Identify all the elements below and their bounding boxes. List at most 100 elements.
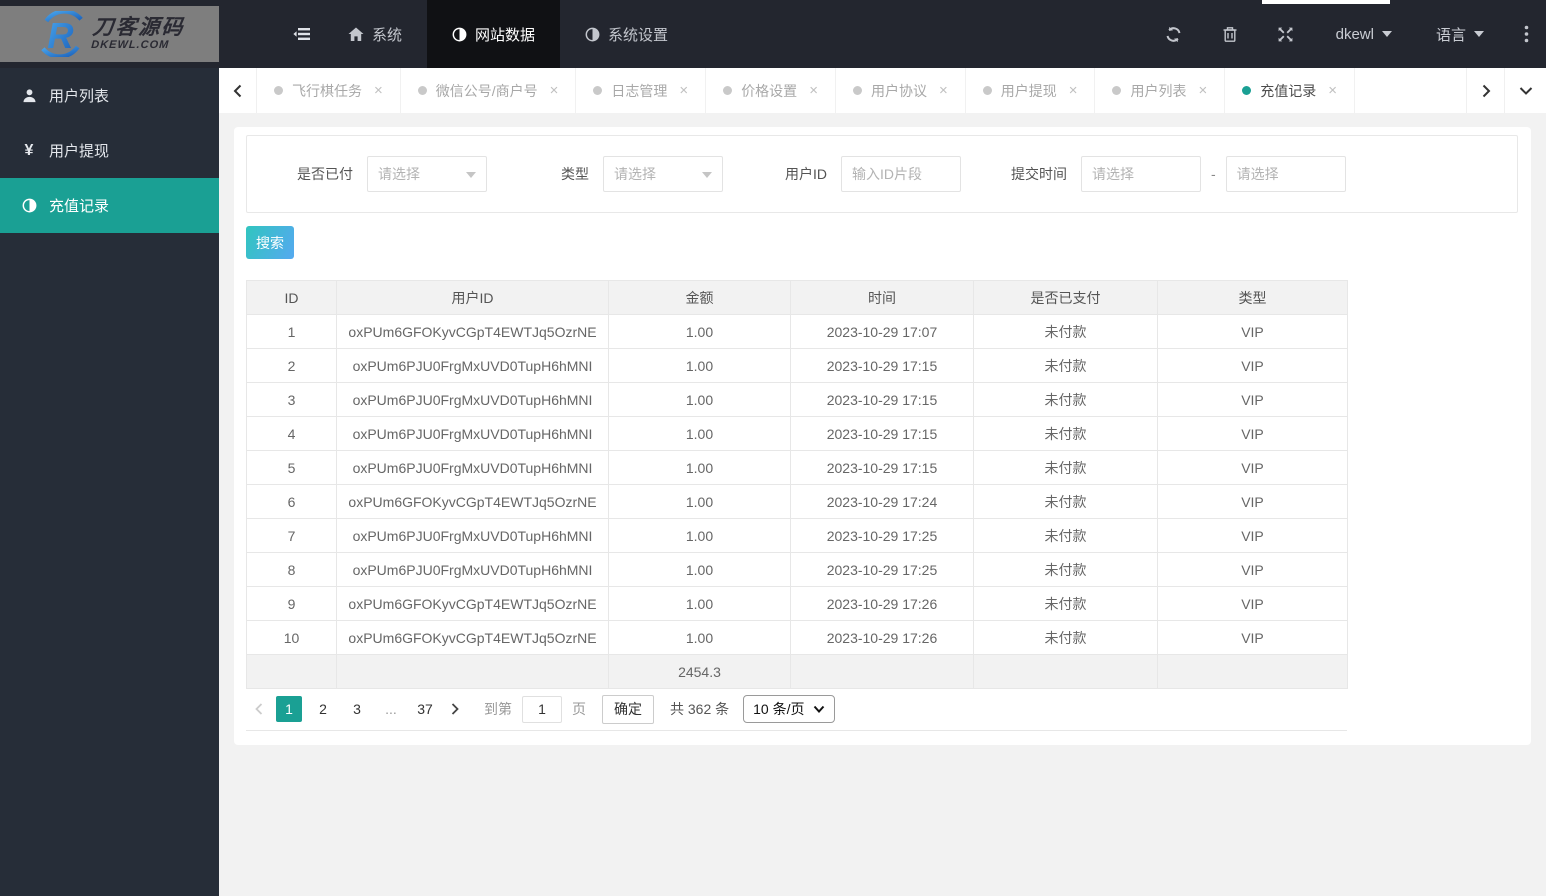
table-cell: 9 (246, 586, 337, 621)
tab-status-dot (274, 86, 283, 95)
page-next-icon[interactable] (442, 696, 468, 722)
table-cell: VIP (1157, 382, 1348, 417)
paid-filter-select[interactable]: 请选择 (367, 156, 487, 192)
topbar-actions: dkewl 语言 (1146, 0, 1546, 68)
refresh-icon[interactable] (1146, 0, 1202, 68)
chevron-down-icon (702, 172, 712, 178)
table-cell: 2023-10-29 17:15 (790, 416, 974, 451)
table-cell: 2023-10-29 17:15 (790, 450, 974, 485)
table-cell: VIP (1157, 450, 1348, 485)
total-count: 共 362 条 (670, 701, 730, 717)
nav-item-label: 网站数据 (475, 26, 536, 44)
tab-7[interactable]: 用户列表 × (1095, 68, 1226, 113)
tab-close-icon[interactable]: × (550, 82, 559, 99)
nav-item-2[interactable]: 网站数据 (427, 0, 561, 68)
sidebar-collapse-icon[interactable] (281, 0, 323, 68)
tabs-list: 飞行棋任务 × 微信公号/商户号 × 日志管理 × 价格设置 × 用户协议 × 用户提现 × 用户列表 ×… (257, 68, 1466, 113)
table-row: 1 oxPUm6GFOKyvCGpT4EWTJq5OzrNE 1.00 2023-10… (246, 314, 1348, 349)
language-menu[interactable]: 语言 (1414, 0, 1506, 68)
chevron-down-icon (813, 705, 824, 713)
summary-cell (790, 654, 974, 689)
pagination: 123... 37 到第 页 确定 共 362 条 10 条/页 (246, 688, 1347, 731)
tab-close-icon[interactable]: × (1069, 82, 1078, 99)
page-button[interactable]: 37 (412, 696, 438, 722)
sidebar-item-2[interactable]: ¥ 用户提现 (0, 123, 219, 178)
summary-cell (336, 654, 609, 689)
tabs-scroll-left-icon[interactable] (219, 68, 257, 113)
tab-close-icon[interactable]: × (679, 82, 688, 99)
summary-cell (973, 654, 1158, 689)
records-table-wrap: ID 用户ID 金额 时间 是否已支付 类型 1 oxPUm6GFOKyvCGpT4EWTJq… (246, 280, 1348, 689)
tab-label: 用户协议 (870, 82, 927, 99)
page-size-select[interactable]: 10 条/页 (743, 695, 835, 723)
tab-8[interactable]: 充值记录 × (1225, 68, 1356, 113)
tab-close-icon[interactable]: × (809, 82, 818, 99)
tab-2[interactable]: 微信公号/商户号 × (401, 68, 577, 113)
table-cell: 未付款 (973, 416, 1158, 451)
tabs-dropdown-icon[interactable] (1504, 68, 1546, 113)
trash-icon[interactable] (1202, 0, 1258, 68)
tab-status-dot (417, 86, 427, 95)
sidebar-item-label: 用户列表 (49, 88, 110, 105)
table-cell: 1.00 (608, 620, 791, 655)
table-cell: 2023-10-29 17:25 (790, 518, 974, 553)
page-prev-icon[interactable] (246, 696, 272, 722)
tab-label: 日志管理 (611, 82, 668, 99)
tab-3[interactable]: 日志管理 × (576, 68, 707, 113)
page-ellipsis: ... (385, 701, 397, 717)
table-cell: oxPUm6PJU0FrgMxUVD0TupH6hMNI (336, 382, 609, 417)
user-id-input[interactable] (841, 156, 961, 192)
tab-close-icon[interactable]: × (939, 82, 948, 99)
tab-status-dot (1112, 86, 1122, 95)
table-row: 7 oxPUm6PJU0FrgMxUVD0TupH6hMNI 1.00 2023-10… (246, 518, 1348, 553)
confirm-button[interactable]: 确定 (602, 694, 654, 724)
tab-5[interactable]: 用户协议 × (836, 68, 966, 113)
table-cell: 2023-10-29 17:26 (790, 586, 974, 621)
nav-item-3[interactable]: 系统设置 (560, 0, 693, 68)
goto-page-input[interactable] (522, 695, 562, 723)
tab-close-icon[interactable]: × (1328, 82, 1337, 99)
summary-cell (1157, 654, 1348, 689)
table-cell: VIP (1157, 416, 1348, 451)
table-cell: 2023-10-29 17:15 (790, 382, 974, 417)
more-options-icon[interactable] (1506, 0, 1546, 68)
chevron-down-icon (1381, 31, 1392, 37)
user-menu[interactable]: dkewl (1314, 0, 1414, 68)
logo-mark-icon: R (36, 11, 88, 57)
half-circle-icon (452, 27, 467, 41)
tab-4[interactable]: 价格设置 × (706, 68, 836, 113)
sidebar-item-3[interactable]: 充值记录 (0, 178, 219, 233)
page-button[interactable]: 2 (310, 696, 336, 722)
tab-close-icon[interactable]: × (1198, 82, 1207, 99)
user-icon (23, 89, 35, 103)
table-cell: 2 (246, 348, 337, 383)
tab-6[interactable]: 用户提现 × (966, 68, 1096, 113)
table-header-row: ID 用户ID 金额 时间 是否已支付 类型 (246, 280, 1348, 315)
table-cell: 未付款 (973, 314, 1158, 349)
table-cell: 未付款 (973, 518, 1158, 553)
nav-item-1[interactable]: 系统 (323, 0, 427, 68)
table-cell: 2023-10-29 17:07 (790, 314, 974, 349)
tab-1[interactable]: 飞行棋任务 × (257, 68, 401, 113)
type-filter-select[interactable]: 请选择 (603, 156, 723, 192)
summary-cell (246, 654, 337, 689)
table-cell: VIP (1157, 314, 1348, 349)
page-button[interactable]: 1 (276, 696, 302, 722)
fullscreen-icon[interactable] (1258, 0, 1314, 68)
table-cell: oxPUm6PJU0FrgMxUVD0TupH6hMNI (336, 552, 609, 587)
tabs-scroll-right-icon[interactable] (1466, 68, 1504, 113)
sidebar-item-1[interactable]: 用户列表 (0, 68, 219, 123)
page-button[interactable]: 3 (344, 696, 370, 722)
search-button[interactable]: 搜索 (246, 226, 294, 259)
table-cell: 1.00 (608, 450, 791, 485)
submit-time-filter-label: 提交时间 (1011, 166, 1067, 182)
time-end-input[interactable] (1225, 156, 1346, 192)
table-cell: oxPUm6GFOKyvCGpT4EWTJq5OzrNE (336, 586, 609, 621)
table-cell: 未付款 (973, 484, 1158, 519)
table-cell: oxPUm6PJU0FrgMxUVD0TupH6hMNI (336, 450, 609, 485)
tab-close-icon[interactable]: × (374, 82, 383, 99)
table-cell: 2023-10-29 17:15 (790, 348, 974, 383)
column-header: 金额 (608, 280, 791, 315)
time-start-input[interactable] (1081, 156, 1201, 192)
sidebar-item-label: 用户提现 (49, 143, 110, 160)
